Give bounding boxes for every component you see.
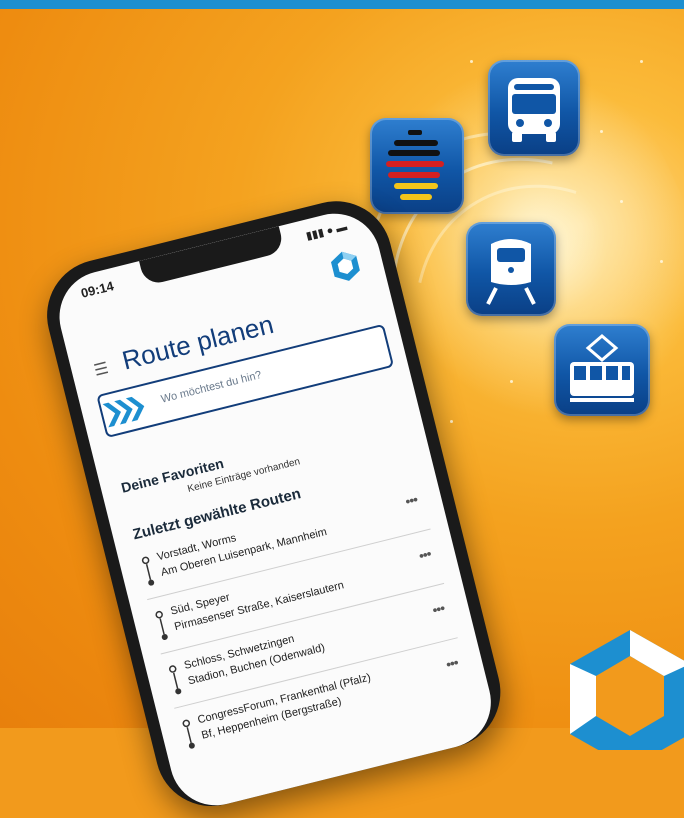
tram-icon [554, 324, 650, 416]
route-pin-icon [155, 610, 168, 641]
db-navigator-icon [370, 118, 464, 214]
vrn-logo-large-icon [570, 630, 684, 750]
sparkle [660, 260, 663, 263]
chevron-arrows-icon [102, 396, 145, 428]
status-icons: ▮▮▮ ● ▬ [304, 220, 349, 243]
more-options-icon[interactable]: ••• [404, 491, 419, 509]
more-options-icon[interactable]: ••• [444, 654, 459, 672]
train-icon [466, 222, 556, 316]
more-options-icon[interactable]: ••• [431, 600, 446, 618]
sparkle [640, 60, 643, 63]
route-pin-icon [141, 556, 155, 586]
menu-icon[interactable]: ☰ [92, 358, 111, 381]
sparkle [510, 380, 513, 383]
sparkle [620, 200, 623, 203]
route-pin-icon [168, 665, 182, 695]
bus-icon [488, 60, 580, 156]
status-time: 09:14 [79, 278, 116, 301]
vrn-logo-icon [331, 251, 360, 281]
sparkle [470, 60, 473, 63]
more-options-icon[interactable]: ••• [417, 545, 432, 563]
sparkle [600, 130, 603, 133]
search-placeholder: Wo möchtest du hin? [159, 369, 263, 406]
sparkle [450, 420, 453, 423]
route-pin-icon [182, 719, 195, 749]
